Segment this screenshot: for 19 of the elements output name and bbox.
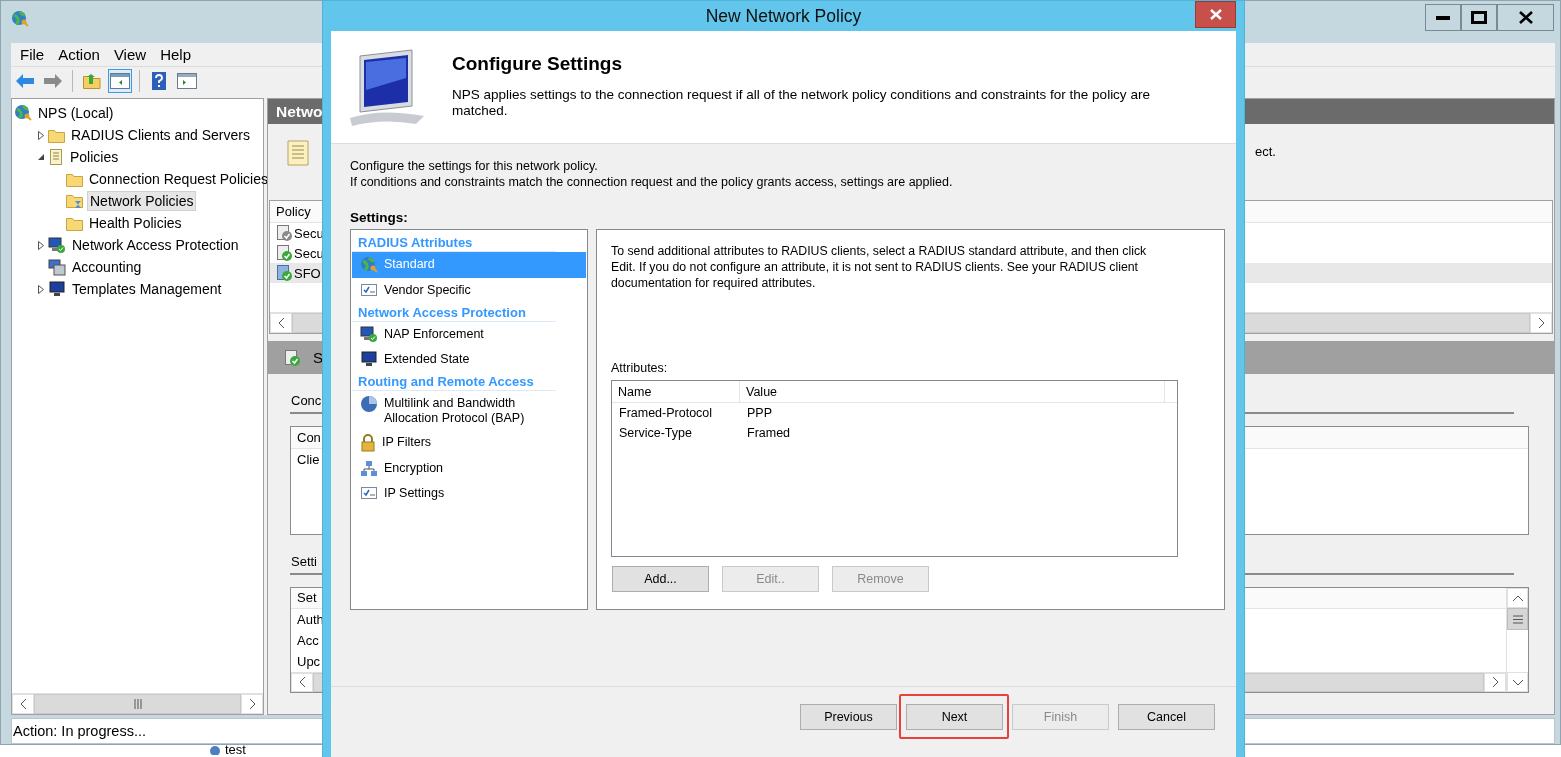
table-cell-text: Framed	[746, 426, 792, 440]
desktop-item-label: test	[225, 745, 246, 755]
intro-text: If conditions and constraints match the connection request and the policy grants access, settings are applied.	[350, 174, 954, 190]
policy-title: S	[313, 349, 323, 366]
table-cell: Upc	[297, 653, 321, 669]
page-heading: Configure Settings	[452, 53, 623, 75]
status-text: Action: In progress...	[13, 723, 146, 739]
table-cell: Clie	[297, 452, 320, 467]
instruction-text: To send additional attributes to RADIUS clients, select a RADIUS standard attribute, and then click Edit. If you do not configure an attribute, it is not sent to RADIUS clients. See your RADIUS client documentation for required attributes.	[611, 243, 1148, 291]
settings-label: Settings:	[350, 210, 409, 225]
policy-name: SFO	[294, 265, 321, 281]
table-cell-text: Service-Type	[618, 426, 693, 440]
attributes-label: Attributes:	[611, 361, 669, 375]
group-heading: Routing and Remote Access	[352, 371, 556, 391]
group-heading: Network Access Protection	[352, 302, 556, 322]
intro-text: Configure the settings for this network policy.	[350, 158, 599, 174]
table-cell: Acc	[297, 632, 319, 648]
dialog-title: New Network Policy	[705, 5, 862, 27]
description-text: ect.	[1255, 144, 1276, 161]
